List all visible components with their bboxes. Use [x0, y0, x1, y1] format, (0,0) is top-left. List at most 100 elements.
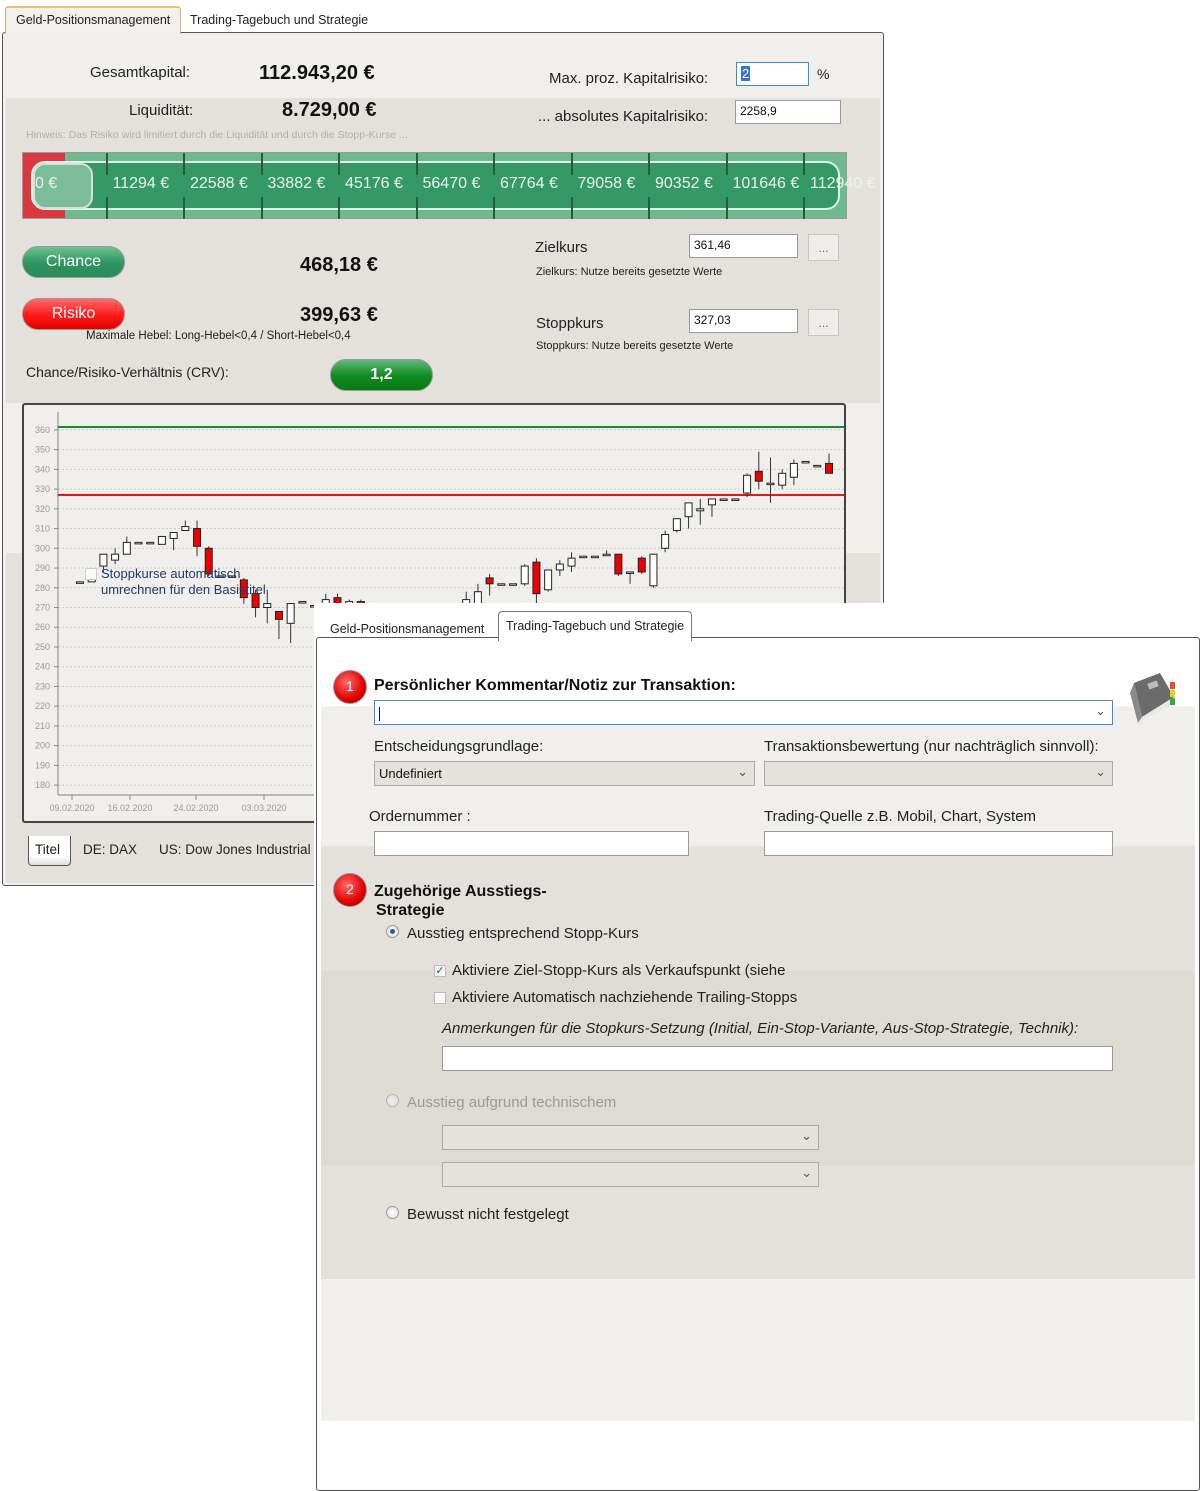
- candle-up: [707, 498, 716, 506]
- section-2-badge: 2: [333, 873, 367, 907]
- candle-down: [825, 462, 833, 474]
- stoppkurs-picker-button[interactable]: ...: [808, 309, 839, 336]
- gesamtkapital-value: 112.943,20 €: [259, 62, 375, 84]
- chance-button[interactable]: Chance: [22, 246, 125, 278]
- slider-tick: [260, 197, 263, 219]
- candle-up: [122, 541, 131, 555]
- chevron-down-icon: ⌄: [1095, 703, 1106, 718]
- abs-risk-input[interactable]: 2258,9: [735, 100, 841, 124]
- ordernummer-label: Ordernummer :: [369, 808, 471, 825]
- slider-tick: [415, 197, 418, 219]
- bewertung-dropdown[interactable]: ⌄: [764, 761, 1113, 786]
- zielkurs-label: Zielkurs: [535, 239, 588, 256]
- y-tick-label: 270: [35, 603, 50, 613]
- candle-up: [661, 533, 670, 549]
- anmerkungen-label: Anmerkungen für die Stopkurs-Setzung (In…: [442, 1020, 1079, 1037]
- slider-scale-label: 90352 €: [655, 175, 713, 192]
- quelle-input[interactable]: [764, 831, 1113, 856]
- slider-tick: [260, 153, 263, 175]
- radio-ausstieg-stopp[interactable]: [386, 925, 399, 938]
- candle-up: [181, 526, 190, 532]
- tab-trading-tagebuch[interactable]: Trading-Tagebuch und Strategie: [180, 8, 378, 34]
- tab-geld-positionsmanagement[interactable]: Geld-Positionsmanagement: [5, 6, 182, 34]
- candle-up: [789, 462, 798, 478]
- trading-journal-window: Geld-Positionsmanagement Trading-Tagebuc…: [314, 603, 1200, 1491]
- checkbox-ziel-stopp[interactable]: ✓: [434, 965, 446, 977]
- risiko-value: 399,63 €: [300, 304, 378, 326]
- candle-up: [497, 583, 506, 586]
- bewertung-label: Transaktionsbewertung (nur nachträglich …: [764, 738, 1099, 755]
- max-risk-input[interactable]: 2: [736, 62, 809, 86]
- y-tick-label: 230: [35, 681, 50, 691]
- anmerkungen-input[interactable]: [442, 1046, 1113, 1071]
- ordernummer-input[interactable]: [374, 831, 689, 856]
- candle-up: [544, 569, 553, 591]
- slider-tick: [338, 197, 340, 219]
- candle-up: [590, 555, 599, 559]
- radio-nicht-festgelegt[interactable]: [386, 1206, 399, 1219]
- candle-up: [672, 518, 681, 532]
- stoppkurs-input[interactable]: 327,03: [689, 309, 798, 333]
- y-tick-label: 320: [35, 504, 50, 514]
- y-tick-label: 310: [35, 524, 50, 534]
- candle-up: [684, 502, 693, 518]
- y-tick-label: 240: [35, 662, 50, 672]
- slider-scale-label: 45176 €: [345, 175, 403, 192]
- slider-tick: [183, 153, 185, 175]
- hebel-note: Maximale Hebel: Long-Hebel<0,4 / Short-H…: [86, 330, 351, 342]
- candle-up: [731, 498, 740, 501]
- slider-tick: [415, 153, 418, 175]
- capital-risk-slider[interactable]: 0 € 11294 € 22588 € 33882 € 45176 € 56470 € 67…: [22, 152, 876, 219]
- zielkurs-hint: Zielkurs: Nutze bereits gesetzte Werte: [536, 266, 723, 278]
- tab-strip: Geld-Positionsmanagement Trading-Tagebuc…: [0, 0, 884, 34]
- candle-up: [157, 535, 166, 545]
- candle-up: [649, 553, 658, 587]
- candle-up: [696, 508, 705, 512]
- zielkurs-picker-button[interactable]: ...: [808, 234, 839, 261]
- radio-ausstieg-technisch[interactable]: [386, 1094, 399, 1107]
- zielkurs-input[interactable]: 361,46: [689, 234, 798, 258]
- slider-scale-label: 79058 €: [577, 175, 636, 192]
- note-line-1: Stoppkurse automatisch: [101, 566, 241, 581]
- section-1-badge: 1: [333, 670, 367, 704]
- kommentar-heading: Persönlicher Kommentar/Notiz zur Transak…: [374, 677, 736, 694]
- slider-tick: [803, 153, 805, 175]
- slider-tick: [493, 153, 495, 175]
- text-cursor: [379, 706, 380, 721]
- candle-down: [193, 528, 202, 547]
- slider-tick: [183, 197, 185, 219]
- risiko-button[interactable]: Risiko: [22, 298, 125, 330]
- tab-trading-tagebuch[interactable]: Trading-Tagebuch und Strategie: [498, 611, 693, 641]
- percent-unit: %: [817, 66, 830, 82]
- stoppkurse-umrechnen-checkbox[interactable]: [85, 568, 97, 580]
- candle-up: [743, 474, 752, 494]
- tab-dax[interactable]: DE: DAX: [83, 842, 137, 857]
- tab-dow-jones[interactable]: US: Dow Jones Industrial: [159, 842, 311, 857]
- radio-ausstieg-technisch-label: Ausstieg aufgrund technischem: [407, 1094, 617, 1111]
- heading-line-2: Strategie: [376, 902, 445, 919]
- tab-titel[interactable]: Titel: [28, 836, 71, 866]
- slider-tick: [648, 153, 650, 175]
- checkbox-trailing-stopps[interactable]: [434, 992, 446, 1004]
- slider-scale-label: 56470 €: [422, 175, 481, 192]
- slider-scale-label: 22588 €: [190, 175, 248, 192]
- notebook-icon: [1130, 673, 1175, 723]
- slider-tick: [648, 197, 650, 219]
- candle-down: [532, 561, 541, 595]
- stoppkurs-hint: Stoppkurs: Nutze bereits gesetzte Werte: [536, 340, 734, 352]
- candle-up: [801, 460, 810, 464]
- candle-up: [286, 603, 295, 624]
- kommentar-combobox[interactable]: ⌄: [374, 700, 1113, 725]
- checkbox-trailing-stopps-label: Aktiviere Automatisch nachziehende Trail…: [452, 989, 798, 1006]
- entscheidung-dropdown[interactable]: Undefiniert ⌄: [374, 761, 755, 786]
- candle-down: [274, 610, 283, 620]
- technisch-dropdown-1[interactable]: ⌄: [442, 1125, 819, 1150]
- technisch-dropdown-2[interactable]: ⌄: [442, 1162, 819, 1187]
- stoppkurs-label: Stoppkurs: [536, 315, 604, 332]
- slider-tick: [803, 197, 805, 219]
- chevron-down-icon: ⌄: [801, 1165, 812, 1180]
- candle-up: [579, 555, 588, 559]
- crv-label: Chance/Risiko-Verhältnis (CRV):: [26, 364, 229, 380]
- candle-up: [99, 553, 108, 567]
- candle-down: [614, 553, 623, 575]
